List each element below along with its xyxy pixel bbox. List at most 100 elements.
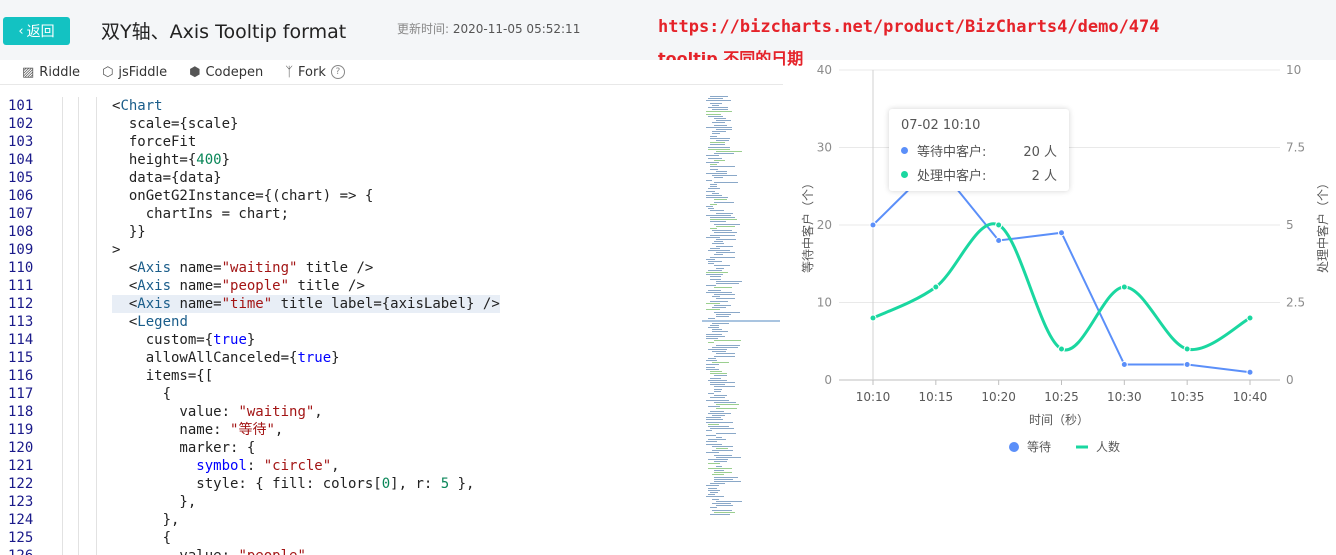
minimap-line (706, 419, 723, 421)
tooltip-row-waiting: 等待中客户: 20 人 (901, 141, 1057, 160)
minimap-line (708, 250, 730, 251)
minimap-line (710, 382, 735, 383)
minimap-line (714, 287, 732, 289)
line-number: 108 (8, 224, 34, 240)
minimap-line (714, 461, 727, 463)
x-tick-label: 10:25 (1044, 390, 1079, 404)
minimap-line (706, 195, 722, 196)
code-text: chartIns = chart; (112, 206, 290, 222)
minimap-line (714, 223, 740, 225)
code-line: 101 <Chart (0, 97, 700, 115)
tooltip-value: 20 人 (1023, 145, 1057, 160)
jsfiddle-button[interactable]: ⬡ jsFiddle (102, 65, 167, 80)
minimap-line (706, 452, 719, 454)
minimap-line (708, 459, 728, 460)
page-title: 双Y轴、Axis Tooltip format (101, 21, 347, 43)
minimap-line (712, 122, 725, 124)
code-line: 102 scale={scale} (0, 115, 700, 133)
minimap-line (708, 263, 714, 265)
help-icon[interactable]: ? (330, 65, 345, 79)
code-line: 125 { (0, 529, 700, 547)
minimap-line (716, 448, 728, 449)
codepen-button[interactable]: ⬢ Codepen (189, 65, 263, 80)
code-text: symbol: "circle", (196, 458, 340, 474)
line-number: 123 (8, 494, 34, 510)
minimap-line (714, 481, 741, 482)
minimap-line (716, 283, 739, 284)
minimap-line (714, 375, 727, 377)
minimap-line (714, 390, 721, 392)
code-line: 116 items={[ (0, 367, 700, 385)
minimap-line (710, 397, 725, 399)
minimap-line (716, 140, 729, 141)
minimap-line (714, 232, 737, 234)
code-text: style: { fill: colors[0], r: 5 }, (112, 476, 475, 492)
code-minimap[interactable] (702, 96, 782, 516)
minimap-line (714, 478, 733, 480)
updated-time: 更新时间: 2020-11-05 05:52:11 (397, 20, 580, 37)
fork-button[interactable]: ᛉ Fork ? (285, 65, 345, 80)
code-text: custom={true} (112, 332, 256, 348)
minimap-line (716, 432, 736, 434)
minimap-line (708, 146, 730, 148)
code-line: 111 <Axis name="people" title /> (0, 277, 700, 295)
minimap-line (706, 417, 721, 419)
minimap-line (706, 430, 712, 432)
code-text: > (112, 242, 121, 258)
line-number: 105 (8, 170, 34, 186)
minimap-line (706, 173, 727, 174)
minimap-line (706, 179, 712, 181)
minimap-line (710, 168, 718, 170)
code-editor[interactable]: 101 <Chart 102 scale={scale} 103 forceFit 10… (0, 97, 700, 555)
minimap-line (710, 483, 725, 485)
data-point (869, 314, 877, 322)
code-line: 120 marker: { (0, 439, 700, 457)
minimap-line (710, 507, 717, 509)
code-text: height={400} (112, 152, 231, 168)
minimap-line (708, 487, 717, 489)
line-number: 104 (8, 152, 34, 168)
minimap-line (710, 203, 717, 205)
y-tick-label-left: 40 (817, 63, 832, 77)
code-text: data={data} (112, 170, 222, 186)
minimap-line (712, 362, 729, 364)
minimap-line (706, 443, 722, 445)
line-number: 119 (8, 422, 34, 438)
minimap-line (714, 241, 723, 243)
code-text: }} (112, 224, 146, 240)
minimap-line (708, 208, 714, 210)
minimap-line (708, 439, 726, 441)
minimap-line (712, 322, 729, 324)
back-button[interactable]: ‹ 返回 (3, 17, 70, 45)
minimap-line (710, 186, 717, 188)
minimap-line (708, 342, 714, 344)
minimap-line (708, 412, 731, 414)
minimap-line (712, 351, 726, 353)
minimap-line (708, 157, 722, 159)
back-button-label: 返回 (26, 24, 55, 40)
tooltip-marker (901, 147, 908, 154)
legend-label: 等待 (1027, 440, 1051, 454)
minimap-line (710, 164, 717, 166)
x-tick-label: 10:10 (856, 390, 891, 404)
code-text: <Chart (112, 98, 163, 114)
minimap-line (708, 98, 723, 100)
minimap-line (714, 511, 735, 513)
minimap-line (710, 219, 737, 221)
minimap-line (712, 450, 733, 452)
code-line: 126 value: "people", (0, 547, 700, 555)
minimap-line (706, 366, 715, 368)
minimap-viewport[interactable] (702, 320, 780, 322)
minimap-line (710, 300, 728, 302)
minimap-line (706, 285, 716, 287)
fork-label: Fork (298, 64, 326, 80)
minimap-line (714, 472, 732, 474)
minimap-line (710, 492, 718, 493)
minimap-line (706, 360, 717, 361)
data-point (932, 283, 940, 291)
line-number: 114 (8, 332, 34, 348)
code-line: 105 data={data} (0, 169, 700, 187)
minimap-line (706, 291, 732, 293)
minimap-line (714, 159, 725, 161)
riddle-button[interactable]: ▨ Riddle (22, 65, 80, 80)
